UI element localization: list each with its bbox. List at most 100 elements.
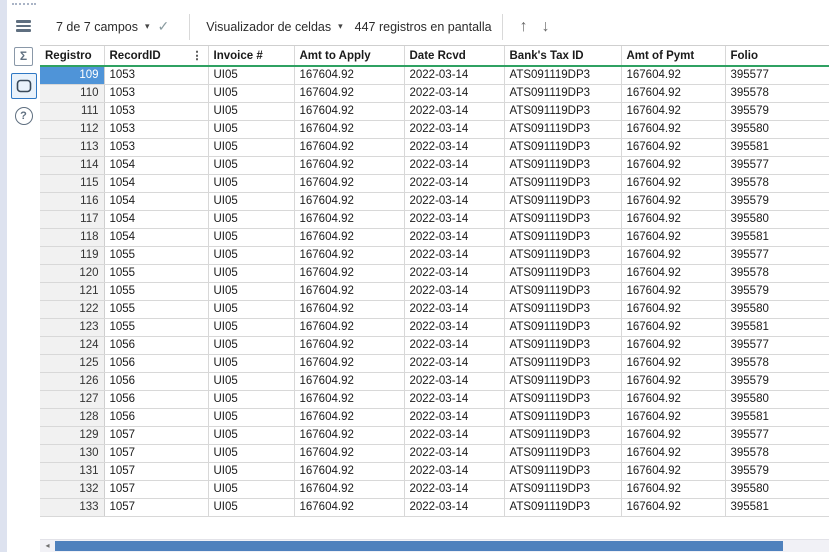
data-cell[interactable]: 167604.92 [621,282,726,301]
profile-sigma-icon[interactable]: Σ [11,43,37,69]
data-cell[interactable]: ATS091119DP3 [504,408,622,427]
data-cell[interactable]: 2022-03-14 [404,210,505,229]
data-cell[interactable]: 2022-03-14 [404,354,505,373]
data-cell[interactable]: 395579 [725,372,829,391]
data-cell[interactable]: 167604.92 [621,462,726,481]
column-header[interactable]: Folio [725,46,829,67]
cell-viewer-dropdown[interactable]: Visualizador de celdas ▾ [200,16,348,38]
data-cell[interactable]: ATS091119DP3 [504,120,622,139]
data-cell[interactable]: 167604.92 [294,246,405,265]
data-cell[interactable]: 2022-03-14 [404,120,505,139]
data-cell[interactable]: UI05 [208,426,295,445]
data-cell[interactable]: 167604.92 [294,462,405,481]
data-cell[interactable]: 2022-03-14 [404,156,505,175]
data-cell[interactable]: 2022-03-14 [404,246,505,265]
data-cell[interactable]: 395578 [725,264,829,283]
data-cell[interactable]: 1057 [104,444,209,463]
data-cell[interactable]: ATS091119DP3 [504,102,622,121]
data-cell[interactable]: ATS091119DP3 [504,282,622,301]
data-cell[interactable]: ATS091119DP3 [504,210,622,229]
row-number-cell[interactable]: 117 [40,210,105,229]
data-cell[interactable]: 1056 [104,354,209,373]
data-cell[interactable]: 2022-03-14 [404,228,505,247]
data-cell[interactable]: 395581 [725,318,829,337]
data-cell[interactable]: 1053 [104,102,209,121]
data-cell[interactable]: 167604.92 [294,264,405,283]
column-header[interactable]: Bank's Tax ID [504,46,622,67]
data-cell[interactable]: 1053 [104,66,209,85]
data-cell[interactable]: 167604.92 [294,156,405,175]
data-cell[interactable]: 167604.92 [621,210,726,229]
data-cell[interactable]: 2022-03-14 [404,318,505,337]
data-cell[interactable]: 1055 [104,300,209,319]
data-cell[interactable]: UI05 [208,84,295,103]
data-cell[interactable]: 1054 [104,192,209,211]
table-view-icon[interactable] [11,13,37,39]
data-cell[interactable]: 167604.92 [621,102,726,121]
data-cell[interactable]: UI05 [208,174,295,193]
scrollbar-thumb[interactable] [55,541,783,551]
data-cell[interactable]: UI05 [208,336,295,355]
data-cell[interactable]: UI05 [208,120,295,139]
data-cell[interactable]: ATS091119DP3 [504,246,622,265]
data-cell[interactable]: ATS091119DP3 [504,498,622,517]
data-cell[interactable]: 395580 [725,300,829,319]
data-cell[interactable]: 1055 [104,318,209,337]
row-number-cell[interactable]: 128 [40,408,105,427]
data-cell[interactable]: UI05 [208,372,295,391]
data-cell[interactable]: ATS091119DP3 [504,318,622,337]
data-cell[interactable]: 1054 [104,210,209,229]
data-cell[interactable]: UI05 [208,390,295,409]
data-cell[interactable]: 167604.92 [621,498,726,517]
row-number-cell[interactable]: 133 [40,498,105,517]
column-header[interactable]: Registro [40,46,105,67]
data-cell[interactable]: 167604.92 [621,228,726,247]
data-cell[interactable]: 1054 [104,156,209,175]
data-cell[interactable]: ATS091119DP3 [504,426,622,445]
data-cell[interactable]: 395578 [725,354,829,373]
row-number-cell[interactable]: 119 [40,246,105,265]
data-cell[interactable]: 167604.92 [294,102,405,121]
data-cell[interactable]: 167604.92 [621,192,726,211]
data-cell[interactable]: 167604.92 [621,480,726,499]
data-cell[interactable]: ATS091119DP3 [504,444,622,463]
data-cell[interactable]: 167604.92 [621,372,726,391]
data-cell[interactable]: 167604.92 [621,444,726,463]
data-cell[interactable]: UI05 [208,318,295,337]
column-header[interactable]: RecordID ⋮ [104,46,209,67]
data-cell[interactable]: 395578 [725,444,829,463]
data-cell[interactable]: 395577 [725,156,829,175]
data-cell[interactable]: 167604.92 [294,120,405,139]
data-cell[interactable]: UI05 [208,102,295,121]
data-cell[interactable]: 167604.92 [621,156,726,175]
data-cell[interactable]: 395581 [725,138,829,157]
data-cell[interactable]: 167604.92 [621,300,726,319]
data-cell[interactable]: UI05 [208,498,295,517]
data-cell[interactable]: 395580 [725,210,829,229]
data-cell[interactable]: 167604.92 [294,408,405,427]
data-cell[interactable]: 2022-03-14 [404,66,505,85]
data-cell[interactable]: 395577 [725,66,829,85]
data-cell[interactable]: 167604.92 [294,498,405,517]
data-cell[interactable]: 2022-03-14 [404,426,505,445]
data-cell[interactable]: UI05 [208,282,295,301]
data-cell[interactable]: 167604.92 [621,390,726,409]
data-cell[interactable]: UI05 [208,462,295,481]
data-cell[interactable]: 167604.92 [621,354,726,373]
row-number-cell[interactable]: 123 [40,318,105,337]
row-number-cell[interactable]: 120 [40,264,105,283]
data-cell[interactable]: 167604.92 [294,336,405,355]
data-cell[interactable]: 167604.92 [621,120,726,139]
data-cell[interactable]: 167604.92 [621,138,726,157]
data-cell[interactable]: 167604.92 [294,174,405,193]
data-cell[interactable]: 167604.92 [621,246,726,265]
column-header[interactable]: Amt to Apply [294,46,405,67]
row-number-cell[interactable]: 113 [40,138,105,157]
data-cell[interactable]: 2022-03-14 [404,480,505,499]
row-number-cell[interactable]: 114 [40,156,105,175]
data-cell[interactable]: ATS091119DP3 [504,174,622,193]
row-number-cell[interactable]: 126 [40,372,105,391]
data-cell[interactable]: 2022-03-14 [404,300,505,319]
data-cell[interactable]: 167604.92 [294,228,405,247]
row-number-cell[interactable]: 124 [40,336,105,355]
